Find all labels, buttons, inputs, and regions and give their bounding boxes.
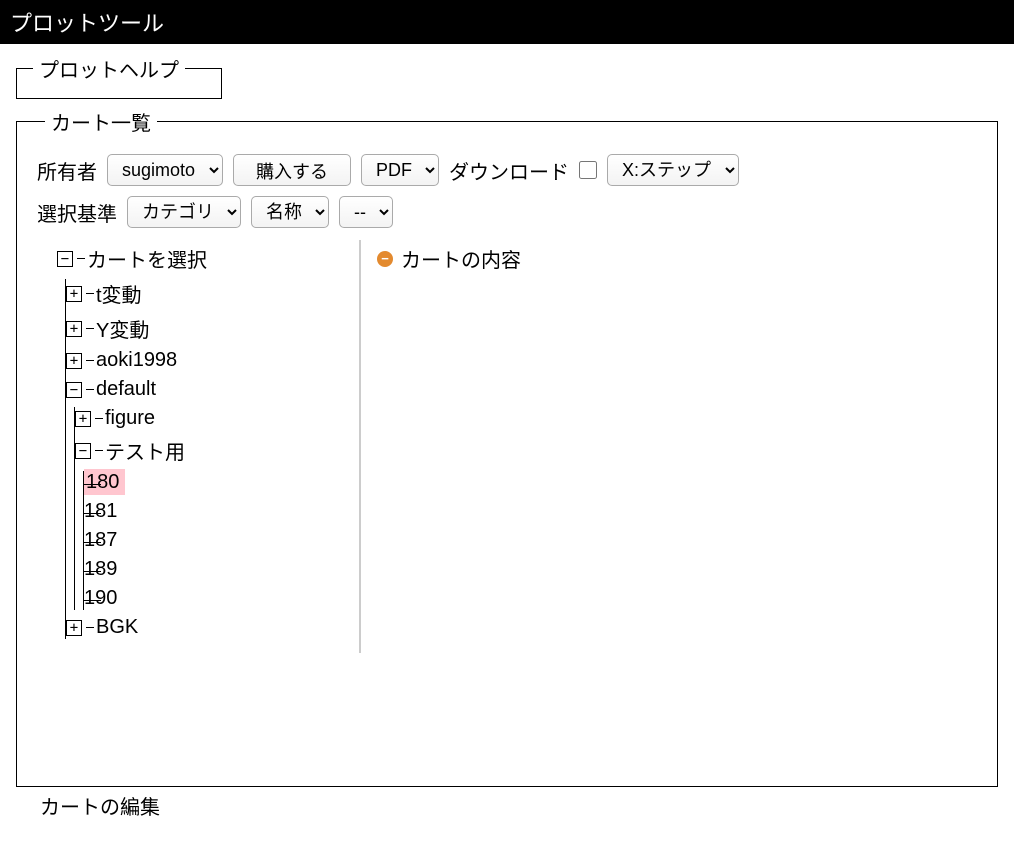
cart-content-label: カートの内容 xyxy=(401,244,521,273)
plot-help-legend: プロットヘルプ xyxy=(33,54,185,83)
plot-help-fieldset: プロットヘルプ xyxy=(16,54,222,99)
download-checkbox[interactable] xyxy=(579,161,597,179)
expand-icon[interactable]: + xyxy=(66,321,82,337)
criteria-label: 選択基準 xyxy=(37,198,117,227)
tree-node-label[interactable]: テスト用 xyxy=(105,442,185,464)
filter-select[interactable]: -- xyxy=(339,196,393,228)
cart-list-legend: カート一覧 xyxy=(45,107,157,136)
cart-list-fieldset: カート一覧 所有者 sugimoto 購入する PDF ダウンロード X:ステッ… xyxy=(16,107,998,787)
expand-icon[interactable]: + xyxy=(66,620,82,636)
buy-button[interactable]: 購入する xyxy=(233,154,351,186)
tree-leaf-label[interactable]: 190 xyxy=(84,587,117,609)
tree-node-label[interactable]: BGK xyxy=(96,616,138,638)
tree-leaf: 180 xyxy=(84,471,351,494)
expand-icon[interactable]: + xyxy=(66,286,82,302)
tree-leaf-label[interactable]: 181 xyxy=(84,500,117,522)
tree-node-label[interactable]: aoki1998 xyxy=(96,349,177,371)
content-pane: − カートの内容 xyxy=(359,240,985,653)
cart-content-heading: − カートの内容 xyxy=(377,244,969,273)
controls-row-2: 選択基準 カテゴリ 名称 -- xyxy=(37,196,977,228)
collapse-icon[interactable]: − xyxy=(57,251,73,267)
tree-node-label[interactable]: t変動 xyxy=(96,285,142,307)
owner-label: 所有者 xyxy=(37,156,97,185)
xaxis-select[interactable]: X:ステップ xyxy=(607,154,739,186)
tree-leaf-label[interactable]: 189 xyxy=(84,558,117,580)
tree-leaf: 181 xyxy=(84,500,351,523)
tree-pane: −カートを選択 +t変動 +Y変動 +aoki1998 −default xyxy=(29,240,359,653)
tree-leaf: 187 xyxy=(84,529,351,552)
tree-node-label[interactable]: default xyxy=(96,378,156,400)
remove-icon[interactable]: − xyxy=(377,251,393,267)
format-select[interactable]: PDF xyxy=(361,154,439,186)
main-split: −カートを選択 +t変動 +Y変動 +aoki1998 −default xyxy=(29,240,985,653)
download-label: ダウンロード xyxy=(449,156,569,185)
tree-leaf: 189 xyxy=(84,558,351,581)
collapse-icon[interactable]: − xyxy=(75,443,91,459)
criteria-select[interactable]: カテゴリ xyxy=(127,196,241,228)
cart-tree: −カートを選択 +t変動 +Y変動 +aoki1998 −default xyxy=(57,244,351,639)
owner-select[interactable]: sugimoto xyxy=(107,154,223,186)
tree-node: + t変動 xyxy=(66,279,351,308)
tree-leaf: 190 xyxy=(84,587,351,610)
expand-icon[interactable]: + xyxy=(75,411,91,427)
tree-leaf-label[interactable]: 187 xyxy=(84,529,117,551)
tree-node-label[interactable]: figure xyxy=(105,407,155,429)
title-bar: プロットツール xyxy=(0,0,1014,44)
name-select[interactable]: 名称 xyxy=(251,196,329,228)
tree-node: + Y変動 xyxy=(66,314,351,343)
app-title: プロットツール xyxy=(10,11,164,36)
tree-leaf-label[interactable]: 180 xyxy=(84,469,125,495)
controls-row-1: 所有者 sugimoto 購入する PDF ダウンロード X:ステップ xyxy=(37,154,977,186)
expand-icon[interactable]: + xyxy=(66,353,82,369)
tree-node: + BGK xyxy=(66,616,351,639)
tree-node-label[interactable]: Y変動 xyxy=(96,320,149,342)
tree-node: −テスト用 180 181 187 xyxy=(75,436,351,610)
tree-node: + figure xyxy=(75,407,351,430)
collapse-icon[interactable]: − xyxy=(66,382,82,398)
tree-node: −default +figure −テスト用 180 xyxy=(66,378,351,610)
cart-edit-legend: カートの編集 xyxy=(34,791,166,820)
tree-root-label[interactable]: カートを選択 xyxy=(87,250,207,272)
tree-node: + aoki1998 xyxy=(66,349,351,372)
